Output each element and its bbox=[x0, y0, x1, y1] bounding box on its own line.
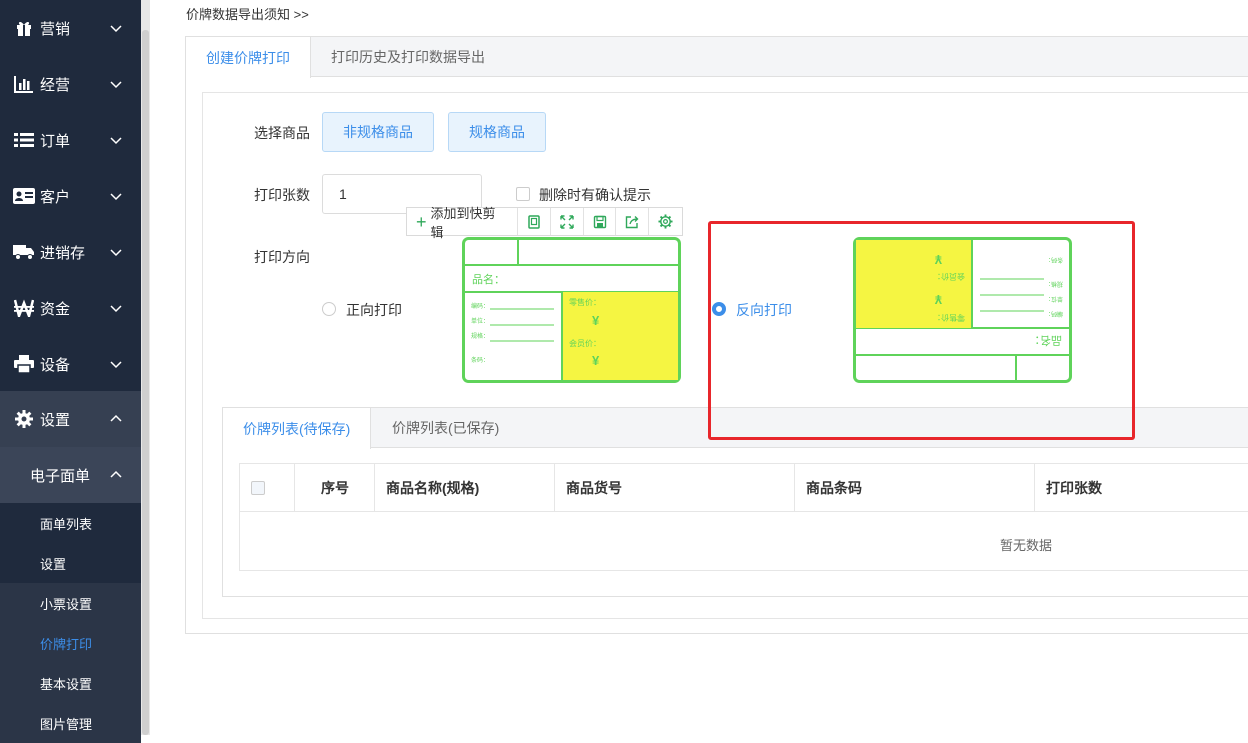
forward-print-label: 正向打印 bbox=[346, 302, 402, 318]
label-member-price: 会员价： bbox=[569, 338, 601, 348]
menu-label: 设置 bbox=[40, 411, 71, 429]
save-button[interactable] bbox=[584, 208, 617, 235]
export-notice-link[interactable]: 价牌数据导出须知 >> bbox=[186, 4, 309, 23]
tab-saved-list[interactable]: 价牌列表(已保存) bbox=[372, 408, 519, 448]
chevron-down-icon bbox=[110, 305, 122, 313]
printer-icon bbox=[12, 354, 36, 374]
chevron-down-icon bbox=[110, 137, 122, 145]
plus-icon: + bbox=[416, 211, 427, 232]
delete-confirm-label: 删除时有确认提示 bbox=[539, 187, 651, 203]
label-retail-currency: ¥ bbox=[592, 313, 600, 328]
chevron-down-icon bbox=[110, 193, 122, 201]
share-icon bbox=[626, 215, 639, 228]
menu-label: 资金 bbox=[40, 300, 71, 318]
submenu-label: 电子面单 bbox=[30, 467, 91, 485]
tab-print-history[interactable]: 打印历史及打印数据导出 bbox=[311, 37, 505, 77]
expand-button[interactable] bbox=[551, 208, 584, 235]
delete-confirm-checkbox[interactable] bbox=[516, 187, 530, 201]
tab-unsaved-list[interactable]: 价牌列表(待保存) bbox=[223, 408, 372, 449]
add-to-clip-label: 添加到快剪辑 bbox=[430, 205, 496, 240]
column-header-print-count: 打印张数 bbox=[1034, 464, 1248, 512]
menu-item-settings[interactable]: 设置 bbox=[0, 391, 141, 447]
menu-label: 经营 bbox=[40, 76, 71, 94]
empty-state-text: 暂无数据 bbox=[1000, 538, 1053, 553]
menu-label: 设备 bbox=[40, 356, 71, 374]
copy-icon bbox=[528, 214, 540, 229]
chevron-down-icon bbox=[110, 361, 122, 369]
menu-item-orders[interactable]: 订单 bbox=[0, 112, 141, 168]
sidebar-item-image-management[interactable]: 图片管理 bbox=[0, 703, 141, 743]
clip-toolbar: + 添加到快剪辑 bbox=[406, 206, 683, 240]
id-card-icon bbox=[12, 186, 36, 206]
copy-button[interactable] bbox=[518, 208, 551, 235]
price-tag-table: 序号 商品名称(规格) 商品货号 商品条码 打印张数 暂无数据 bbox=[239, 463, 1248, 571]
highlight-box bbox=[708, 221, 1135, 440]
column-header-name: 商品名称(规格) bbox=[374, 464, 554, 512]
label-name-text: 品名： bbox=[472, 272, 505, 286]
spec-goods-button[interactable]: 规格商品 bbox=[448, 112, 546, 152]
submenu-electronic-waybill[interactable]: 电子面单 bbox=[0, 447, 141, 503]
forward-print-radio[interactable] bbox=[322, 302, 336, 316]
truck-icon bbox=[12, 242, 36, 262]
table-header: 序号 商品名称(规格) 商品货号 商品条码 打印张数 bbox=[240, 464, 1248, 512]
won-icon bbox=[12, 298, 36, 318]
share-button[interactable] bbox=[616, 208, 650, 235]
menu-label: 营销 bbox=[40, 20, 71, 38]
column-header-index: 序号 bbox=[294, 464, 374, 512]
menu-label: 客户 bbox=[40, 188, 71, 206]
column-header-barcode: 商品条码 bbox=[794, 464, 1034, 512]
label-field-code: 编码： bbox=[471, 302, 489, 310]
bar-chart-icon bbox=[12, 74, 36, 94]
menu-label: 订单 bbox=[40, 132, 71, 150]
label-field-barcode: 条码： bbox=[471, 356, 489, 364]
print-direction-label: 打印方向 bbox=[254, 249, 310, 265]
menu-item-funds[interactable]: 资金 bbox=[0, 280, 141, 336]
label-field-spec: 规格： bbox=[471, 332, 489, 340]
select-all-checkbox[interactable] bbox=[251, 481, 265, 495]
list-icon bbox=[12, 130, 36, 150]
chevron-down-icon bbox=[110, 81, 122, 89]
menu-item-business[interactable]: 经营 bbox=[0, 56, 141, 112]
forward-label-preview[interactable]: 品名： 编码： 单位： 规格： 条码： 零售价： ¥ 会员价： ¥ bbox=[462, 237, 681, 383]
sidebar-item-receipt-settings[interactable]: 小票设置 bbox=[0, 583, 141, 623]
settings-button[interactable] bbox=[649, 208, 682, 235]
label-retail-price: 零售价： bbox=[569, 297, 601, 307]
chevron-down-icon bbox=[110, 249, 122, 257]
label-member-currency: ¥ bbox=[592, 353, 600, 368]
menu-label: 进销存 bbox=[40, 244, 86, 262]
scrollbar-thumb[interactable] bbox=[142, 30, 149, 735]
sidebar-scrollbar[interactable] bbox=[141, 0, 150, 735]
sidebar-item-price-tag-print[interactable]: 价牌打印 bbox=[0, 623, 141, 663]
non-spec-goods-button[interactable]: 非规格商品 bbox=[322, 112, 434, 152]
label-field-unit: 单位： bbox=[471, 317, 489, 325]
gear-icon bbox=[12, 409, 36, 429]
sidebar-item-basic-settings[interactable]: 基本设置 bbox=[0, 663, 141, 703]
expand-icon bbox=[559, 214, 574, 229]
print-count-label: 打印张数 bbox=[254, 187, 310, 203]
sidebar: 营销 经营 订单 客户 进销存 资金 设备 设置 电子面单 面单列表 设置 小票… bbox=[0, 0, 141, 743]
chevron-down-icon bbox=[110, 25, 122, 33]
sidebar-item-waybill-list[interactable]: 面单列表 bbox=[0, 503, 141, 543]
main-tabbar: 创建价牌打印 打印历史及打印数据导出 bbox=[186, 37, 1248, 78]
column-header-sku: 商品货号 bbox=[554, 464, 794, 512]
select-goods-label: 选择商品 bbox=[254, 125, 310, 141]
tab-create-price-tag[interactable]: 创建价牌打印 bbox=[186, 37, 311, 78]
menu-item-devices[interactable]: 设备 bbox=[0, 336, 141, 392]
chevron-up-icon bbox=[110, 470, 122, 478]
save-icon bbox=[593, 215, 606, 228]
menu-item-inventory[interactable]: 进销存 bbox=[0, 224, 141, 280]
menu-item-marketing[interactable]: 营销 bbox=[0, 0, 141, 56]
add-to-clip-button[interactable]: + 添加到快剪辑 bbox=[407, 206, 518, 240]
chevron-up-icon bbox=[110, 414, 122, 422]
gift-icon bbox=[12, 18, 36, 38]
menu-item-customers[interactable]: 客户 bbox=[0, 168, 141, 224]
settings-icon bbox=[658, 214, 673, 229]
sidebar-item-waybill-settings[interactable]: 设置 bbox=[0, 543, 141, 583]
